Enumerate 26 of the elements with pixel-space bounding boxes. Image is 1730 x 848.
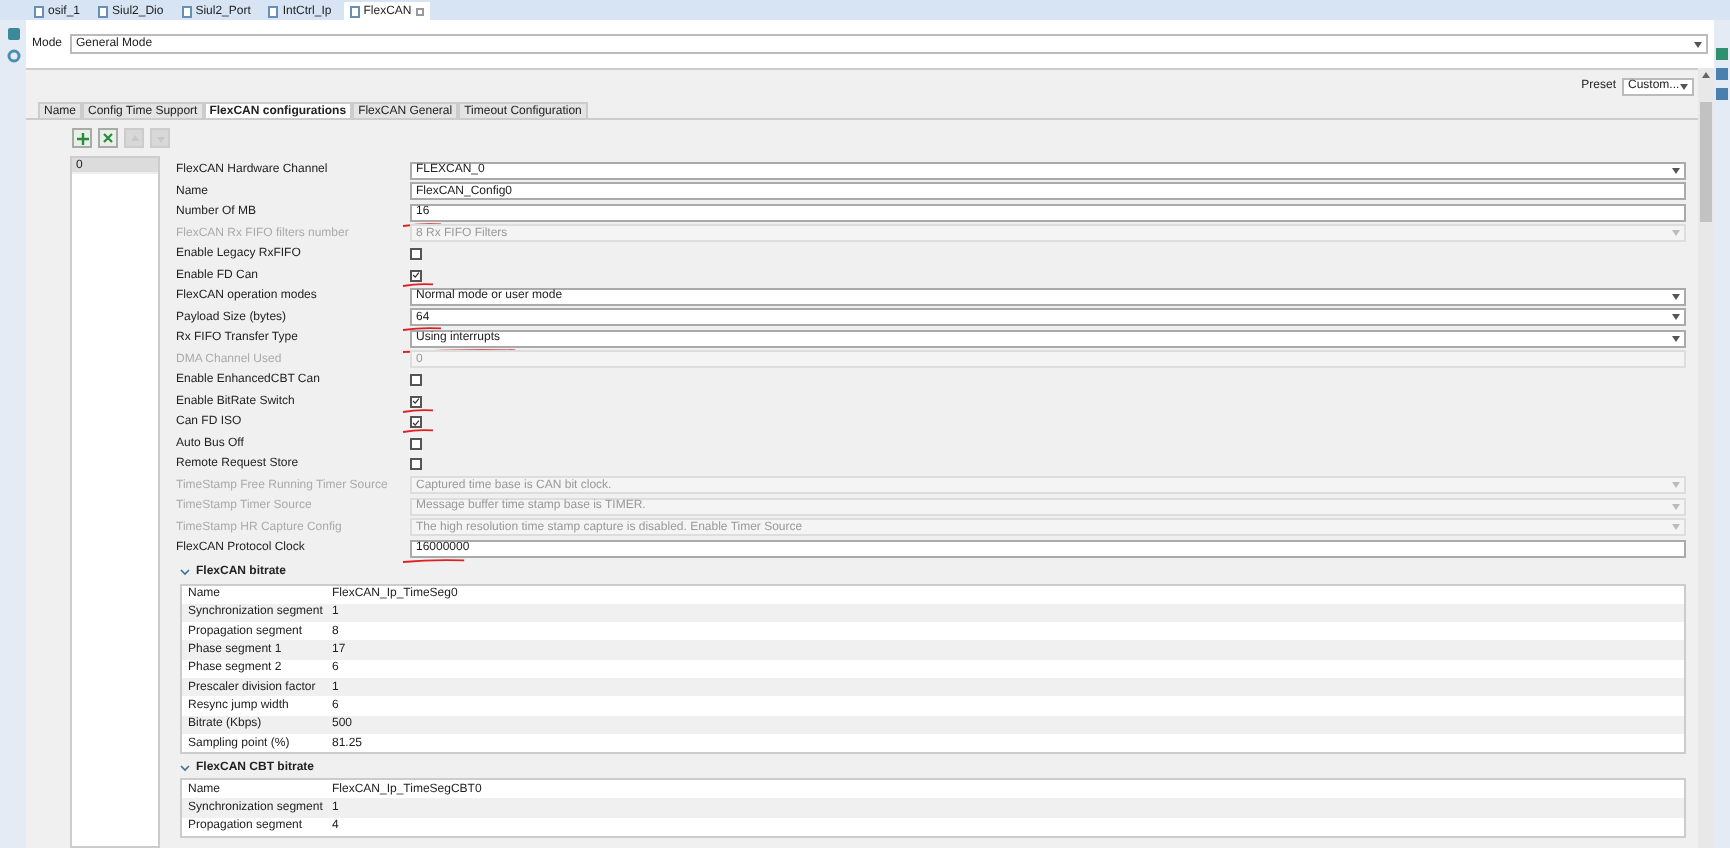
caret-icon — [1672, 482, 1680, 489]
add-button[interactable] — [72, 128, 92, 148]
remove-button[interactable] — [98, 128, 118, 148]
caret-icon — [1672, 314, 1680, 321]
checkbox[interactable] — [410, 416, 422, 429]
checkbox[interactable] — [410, 458, 422, 471]
caret-icon — [1672, 503, 1680, 510]
checkbox[interactable] — [410, 437, 422, 450]
caret-icon — [1672, 524, 1680, 531]
caret-icon — [1672, 335, 1680, 342]
checkbox[interactable] — [410, 374, 422, 387]
checkbox[interactable] — [410, 248, 422, 261]
checkbox[interactable] — [410, 395, 422, 408]
caret-icon — [1672, 293, 1680, 300]
caret-icon — [1672, 167, 1680, 174]
chevron-icon[interactable] — [180, 568, 190, 576]
cross-icon — [102, 132, 114, 144]
scroll-thumb[interactable] — [1700, 102, 1712, 222]
caret-icon — [1672, 230, 1680, 237]
checkbox[interactable] — [410, 269, 422, 282]
chevron-icon[interactable] — [180, 763, 190, 772]
caret-icon — [1680, 83, 1688, 89]
caret-icon — [1694, 41, 1702, 47]
close-icon[interactable] — [415, 7, 424, 15]
scrollbar[interactable] — [1698, 68, 1714, 848]
plus-icon — [75, 131, 89, 145]
